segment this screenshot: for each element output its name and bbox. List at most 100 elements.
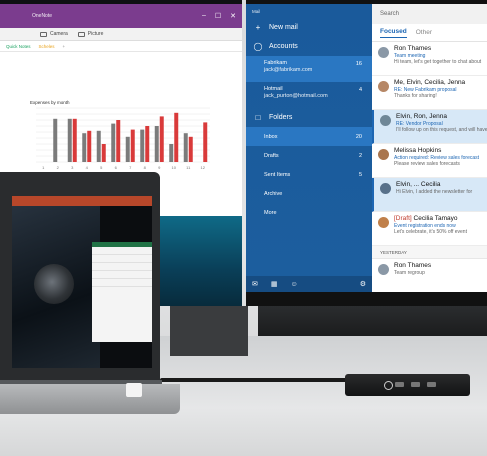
avatar (378, 81, 389, 92)
gear-icon[interactable]: ⚙ (360, 280, 366, 288)
avatar (380, 115, 391, 126)
account-fabrikam[interactable]: Fabrikam jack@fabrikam.com 16 (246, 56, 372, 82)
chart-bar (111, 123, 116, 162)
expenses-chart: Expenses by month 1 2 3 4 5 6 7 8 9 10 11 12 (26, 100, 216, 174)
mail-icon[interactable]: ✉ (252, 280, 258, 288)
chart-bar (145, 126, 150, 162)
folders-label: Folders (269, 114, 293, 121)
message-item-selected[interactable]: Elvin, Ron, Jenna RE: Vendor Proposal I'… (372, 110, 487, 144)
onenote-ribbon: Camera Picture (0, 28, 242, 41)
message-item[interactable]: Ron Thames Team regroup (372, 259, 487, 292)
message-item[interactable]: Ron Thames Team meeting Hi team, let's g… (372, 42, 487, 76)
sender-name: Cecilia Tamayo (413, 215, 458, 222)
message-item[interactable]: Melissa Hopkins Action required: Review … (372, 144, 487, 178)
accounts-header[interactable]: ◯ Accounts (246, 37, 372, 56)
message-preview: Hi team, let's get together to chat abou… (394, 59, 482, 65)
chart-tick-label: 12 (201, 165, 206, 170)
avatar (378, 149, 389, 160)
message-item[interactable]: [Draft] Cecilia Tamayo Event registratio… (372, 212, 487, 246)
tab-focused[interactable]: Focused (380, 28, 407, 38)
chart-tick-label: 7 (129, 165, 132, 170)
search-input[interactable]: Search (372, 4, 487, 24)
folder-name: Archive (264, 190, 283, 197)
avatar (378, 47, 389, 58)
nav-bottom-bar: ✉ ▦ ☺ ⚙ (246, 276, 372, 292)
message-item[interactable]: Elvin, ... Cecilia Hi Elvin, I added the… (372, 178, 487, 212)
chart-bar (169, 144, 174, 162)
folder-drafts[interactable]: Drafts 2 (246, 146, 372, 165)
folder-archive[interactable]: Archive (246, 184, 372, 203)
account-name: Hotmail (264, 86, 283, 92)
message-preview: Please review sales forecasts (394, 161, 460, 167)
tab-quick-notes[interactable]: Quick Notes (6, 44, 31, 49)
chart-bar (67, 118, 72, 162)
folder-inbox[interactable]: Inbox 20 (246, 127, 372, 146)
laptop-base (0, 384, 180, 414)
chart-tick-label: 8 (144, 165, 147, 170)
chart-bar (96, 130, 101, 162)
folder-name: Inbox (264, 133, 278, 140)
calendar-icon[interactable]: ▦ (271, 280, 278, 288)
folder-more[interactable]: More (246, 203, 372, 222)
onenote-section-tabs: Quick Notes Scheles + (0, 41, 242, 52)
spreadsheet-row (92, 255, 152, 263)
camera-icon (40, 31, 47, 37)
spreadsheet-row (92, 271, 152, 279)
message-preview: I'll follow up on this request, and will… (396, 127, 487, 133)
chart-bar (154, 126, 159, 162)
folder-sent-items[interactable]: Sent Items 5 (246, 165, 372, 184)
powerpoint-slide (12, 206, 100, 368)
account-name: Fabrikam (264, 60, 287, 66)
inbox-tabs: Focused Other (372, 24, 487, 42)
power-icon (384, 381, 393, 390)
picture-icon (77, 31, 85, 37)
chart-bar (174, 112, 179, 162)
drone-photo (34, 264, 74, 304)
tab-scheles[interactable]: Scheles (39, 44, 55, 49)
onenote-title: OneNote (32, 13, 53, 19)
mail-nav-pane: Mail + New mail ◯ Accounts Fabrikam jack… (246, 4, 372, 292)
chart-tick-label: 1 (42, 165, 45, 170)
chart-bar (72, 118, 77, 162)
picture-button[interactable]: Picture (77, 31, 103, 37)
people-icon[interactable]: ☺ (291, 281, 298, 288)
folder-name: Drafts (264, 152, 279, 159)
chart-bar (130, 129, 135, 162)
plus-icon: + (255, 23, 261, 32)
new-mail-button[interactable]: + New mail (246, 18, 372, 37)
folder-name: Sent Items (264, 171, 291, 178)
folder-count: 2 (358, 152, 362, 159)
folder-icon: □ (255, 113, 261, 122)
usb-port (427, 382, 436, 387)
folder-count: 20 (355, 133, 362, 140)
usb-cable (160, 378, 350, 382)
person-icon: ◯ (253, 42, 263, 51)
accounts-label: Accounts (269, 43, 298, 50)
maximize-button[interactable]: ☐ (215, 12, 221, 20)
window-controls: – ☐ ✕ (202, 12, 236, 20)
chart-bar (101, 144, 106, 162)
chart-tick-label: 4 (86, 165, 89, 170)
onenote-titlebar: OneNote – ☐ ✕ (0, 4, 242, 28)
spreadsheet-row (92, 279, 152, 287)
account-email: jack@fabrikam.com (264, 67, 313, 73)
camera-button[interactable]: Camera (40, 31, 68, 37)
chart-bar (140, 129, 145, 162)
message-preview: Team regroup (394, 269, 425, 276)
camera-label: Camera (50, 31, 68, 37)
message-item[interactable]: Me, Elvin, Cecilia, Jenna RE: New Fabrik… (372, 76, 487, 110)
avatar (378, 264, 389, 275)
chart-bar (53, 118, 58, 162)
tab-other[interactable]: Other (416, 29, 432, 36)
chart-tick-label: 3 (71, 165, 74, 170)
chart-bar (116, 120, 121, 162)
account-hotmail[interactable]: Hotmail jack_purton@hotmail.com 4 (246, 82, 372, 108)
message-preview: Hi Elvin, I added the newsletter for (396, 188, 473, 195)
folders-header[interactable]: □ Folders (246, 108, 372, 127)
mail-app: Mail + New mail ◯ Accounts Fabrikam jack… (246, 4, 487, 292)
minimize-button[interactable]: – (202, 12, 206, 20)
folder-name: More (264, 209, 277, 216)
close-button[interactable]: ✕ (230, 12, 236, 20)
add-section-button[interactable]: + (63, 44, 66, 49)
laptop-screen (12, 196, 152, 368)
